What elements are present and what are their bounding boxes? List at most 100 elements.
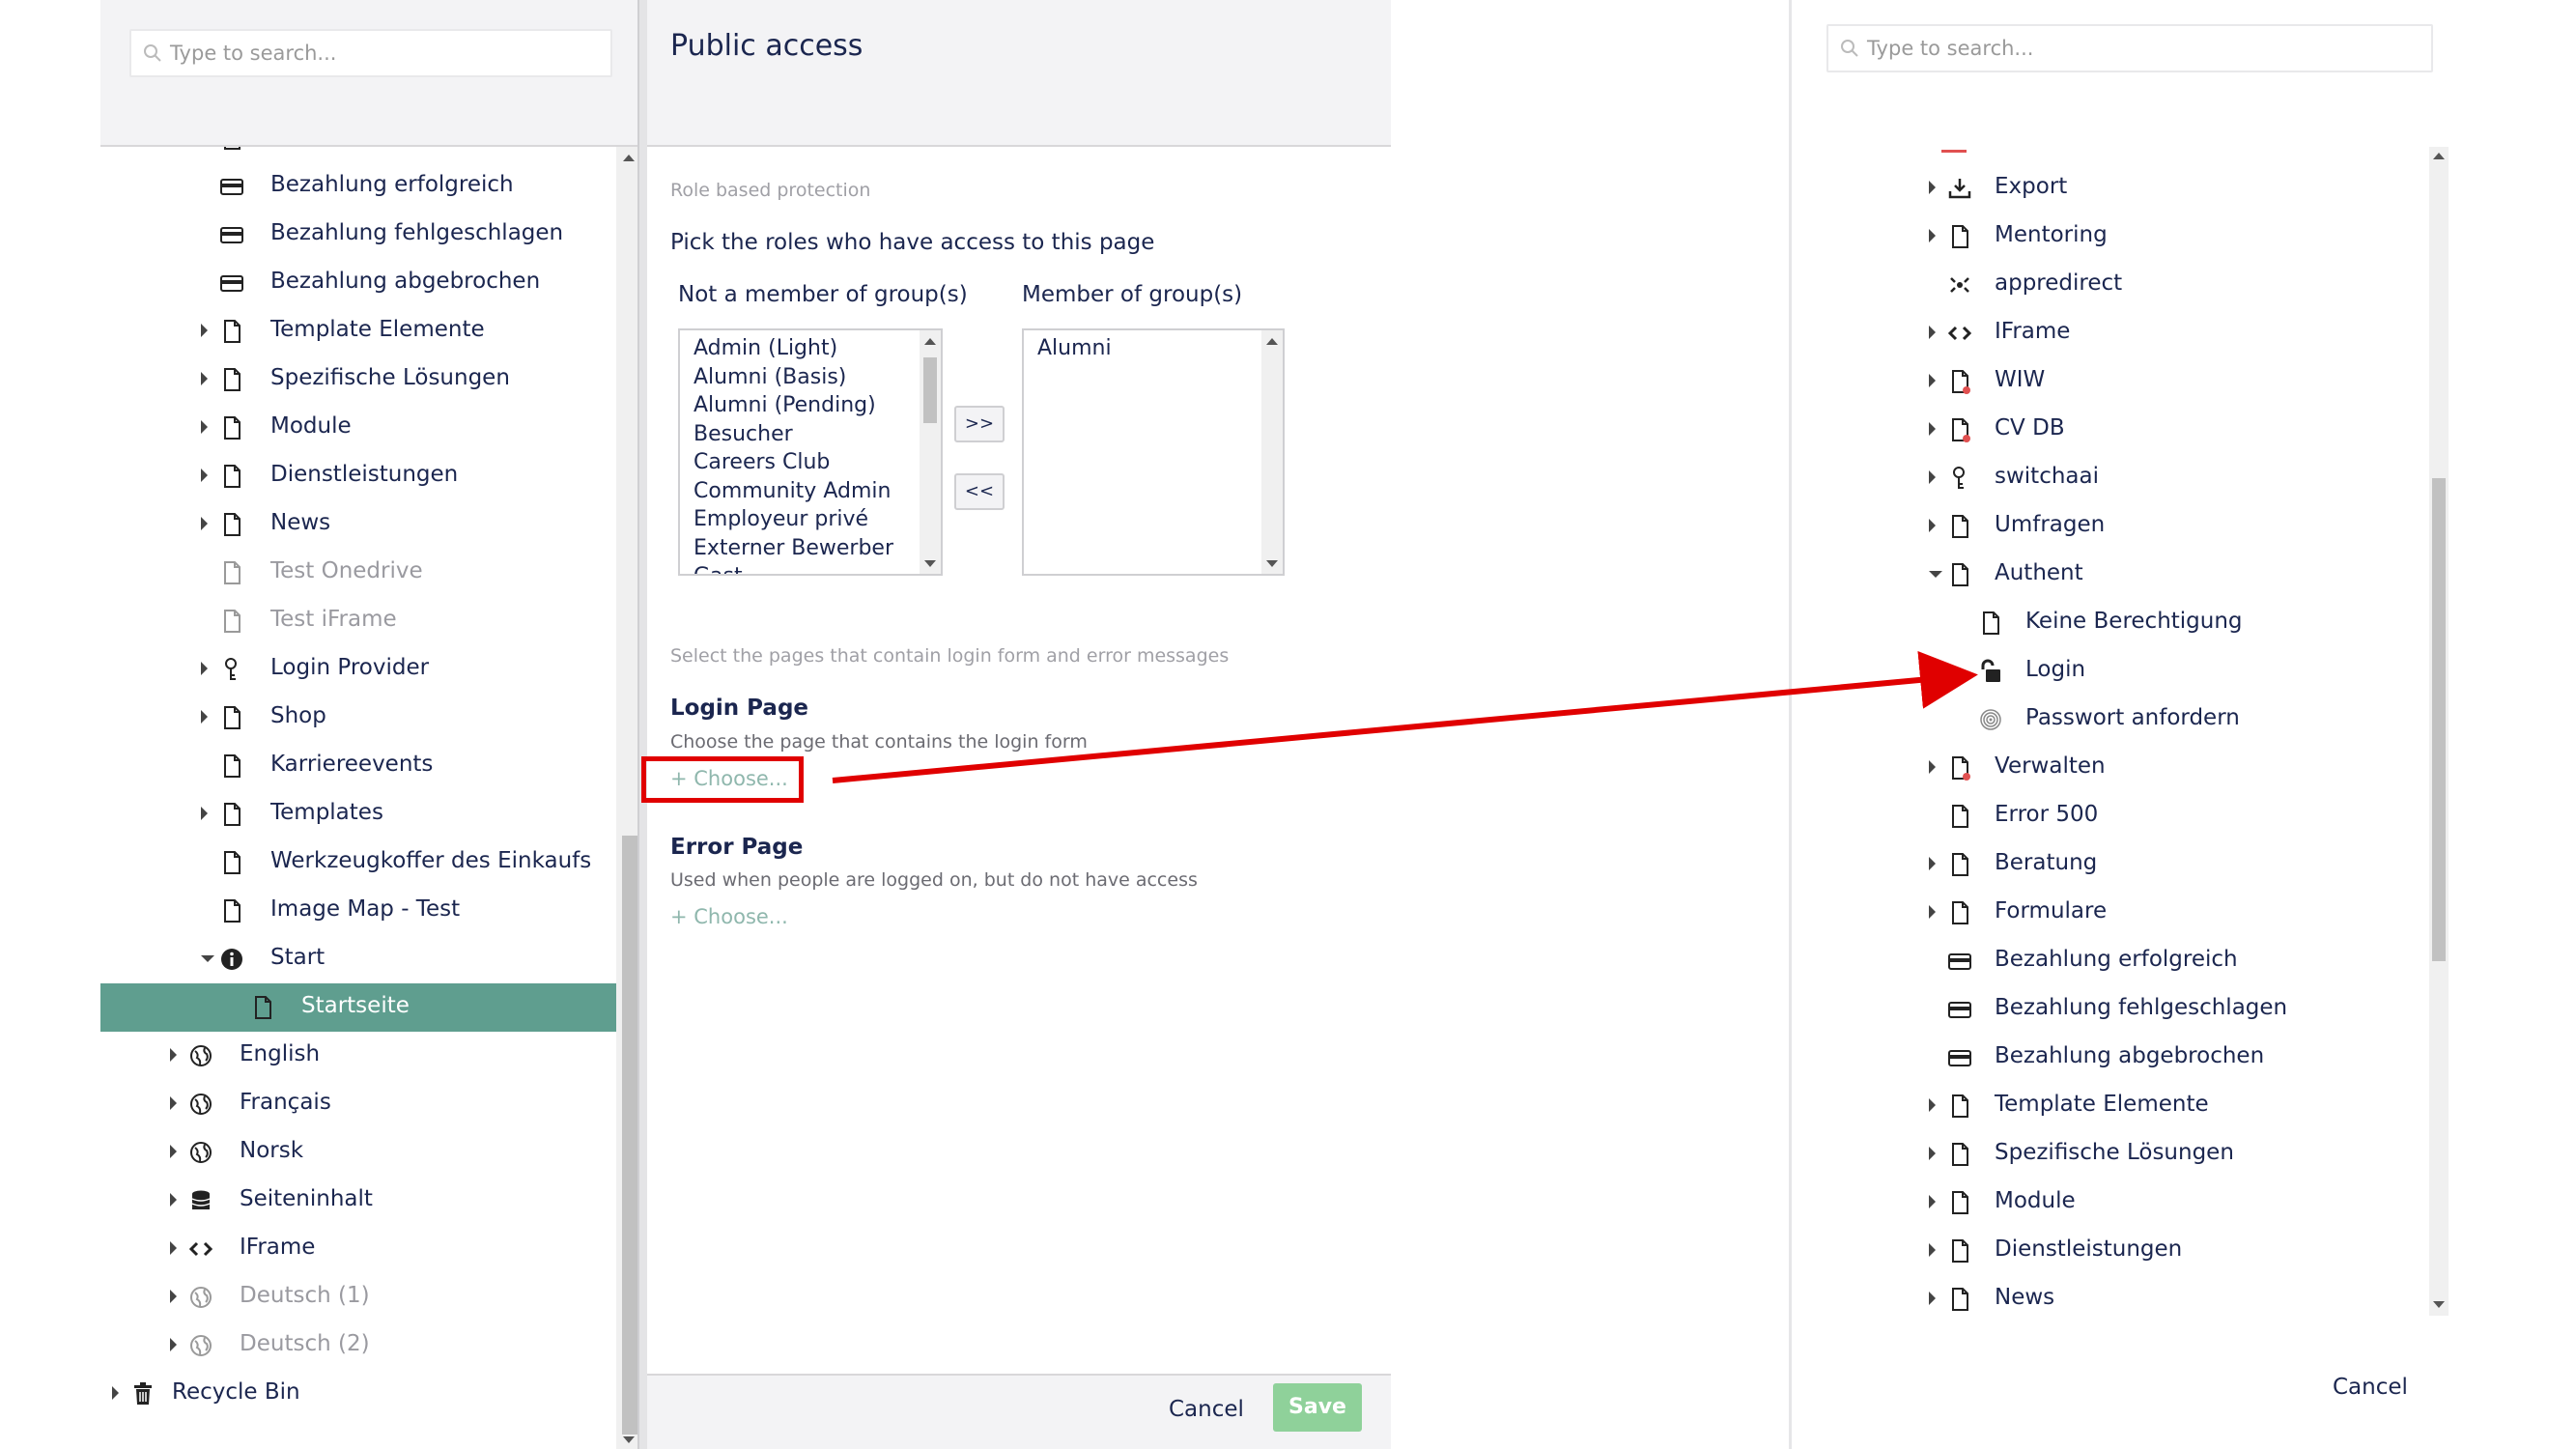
- tree-item-module[interactable]: Module: [1792, 1179, 2410, 1227]
- tree-item-cv-db[interactable]: CV DB: [1792, 406, 2410, 454]
- caret-right-icon[interactable]: [1929, 1243, 1936, 1257]
- tree-item-appredirect[interactable]: appredirect: [1792, 261, 2410, 309]
- caret-right-icon[interactable]: [170, 1096, 177, 1110]
- tree-item-export[interactable]: Export: [1792, 164, 2410, 213]
- tree-item-deutsch-1[interactable]: Deutsch (1): [100, 1273, 617, 1321]
- error-page-choose-link[interactable]: + Choose...: [670, 905, 788, 928]
- caret-right-icon[interactable]: [201, 662, 208, 675]
- caret-right-icon[interactable]: [201, 710, 208, 724]
- scroll-up-arrow-icon[interactable]: [623, 155, 635, 161]
- cancel-button[interactable]: Cancel: [1169, 1397, 1244, 1422]
- tree-item-fran-ais[interactable]: Français: [100, 1080, 617, 1128]
- caret-right-icon[interactable]: [201, 372, 208, 385]
- listbox-option[interactable]: Alumni (Basis): [694, 365, 846, 389]
- tree-item-news[interactable]: News: [100, 500, 617, 549]
- tree-item-image-map-test[interactable]: Image Map - Test: [100, 887, 617, 935]
- caret-right-icon[interactable]: [201, 469, 208, 482]
- tree-item-authent[interactable]: Authent: [1792, 551, 2410, 599]
- picker-scrollbar-thumb[interactable]: [2432, 478, 2446, 961]
- tree-item-recycle-bin[interactable]: Recycle Bin: [100, 1370, 617, 1418]
- tree-item-test-iframe[interactable]: Test iFrame: [100, 597, 617, 645]
- listbox-option[interactable]: Alumni (Pending): [694, 393, 876, 417]
- tree-item-passwort-anfordern[interactable]: Passwort anfordern: [1792, 696, 2410, 744]
- caret-right-icon[interactable]: [1929, 374, 1936, 387]
- tree-item-bezahlung-fehlgeschlagen[interactable]: Bezahlung fehlgeschlagen: [1792, 985, 2410, 1034]
- caret-down-icon[interactable]: [201, 955, 214, 962]
- caret-right-icon[interactable]: [1929, 519, 1936, 532]
- tree-item-bezahlung-erfolgreich[interactable]: Bezahlung erfolgreich: [100, 162, 617, 211]
- tree-item-spezifische-l-sungen[interactable]: Spezifische Lösungen: [100, 355, 617, 404]
- tree-item-umfragen[interactable]: Umfragen: [1792, 502, 2410, 551]
- listbox-option[interactable]: Alumni: [1037, 336, 1112, 360]
- caret-down-icon[interactable]: [1929, 571, 1942, 578]
- caret-right-icon[interactable]: [1929, 422, 1936, 436]
- remove-role-button[interactable]: <<: [954, 473, 1005, 510]
- scroll-up-arrow-icon[interactable]: [1266, 338, 1278, 345]
- listbox-option[interactable]: Gast: [694, 564, 743, 574]
- tree-item-bezahlung-fehlgeschlagen[interactable]: Bezahlung fehlgeschlagen: [100, 211, 617, 259]
- tree-item-start[interactable]: Start: [100, 935, 617, 983]
- tree-scrollbar-thumb[interactable]: [622, 836, 637, 1435]
- caret-right-icon[interactable]: [1929, 1195, 1936, 1208]
- listbox-option[interactable]: Besucher: [694, 422, 793, 446]
- caret-right-icon[interactable]: [170, 1241, 177, 1255]
- tree-item-dienstleistungen[interactable]: Dienstleistungen: [100, 452, 617, 500]
- caret-right-icon[interactable]: [170, 1290, 177, 1303]
- tree-item-beratung[interactable]: Beratung: [1792, 840, 2410, 889]
- save-button[interactable]: Save: [1273, 1383, 1362, 1432]
- caret-right-icon[interactable]: [170, 1048, 177, 1062]
- listbox-scrollbar[interactable]: [1261, 330, 1283, 574]
- tree-item-login-provider[interactable]: Login Provider: [100, 645, 617, 694]
- tree-item-wiw[interactable]: WIW: [1792, 357, 2410, 406]
- caret-right-icon[interactable]: [201, 324, 208, 337]
- panel-divider[interactable]: [637, 0, 647, 1449]
- picker-cancel-button[interactable]: Cancel: [2333, 1375, 2408, 1400]
- tree-item-module[interactable]: Module: [100, 404, 617, 452]
- tree-item-bezahlung-erfolgreich[interactable]: Bezahlung erfolgreich: [1792, 937, 2410, 985]
- not-member-listbox[interactable]: Admin (Light) Alumni (Basis) Alumni (Pendi…: [678, 328, 943, 576]
- add-role-button[interactable]: >>: [954, 406, 1005, 442]
- tree-item-template-elemente[interactable]: Template Elemente: [100, 307, 617, 355]
- tree-search-input[interactable]: Type to search...: [129, 29, 612, 77]
- tree-item-template-elemente[interactable]: Template Elemente: [1792, 1082, 2410, 1130]
- tree-item-deutsch-2[interactable]: Deutsch (2): [100, 1321, 617, 1370]
- tree-item-formulare[interactable]: Formulare: [100, 147, 617, 162]
- tree-item-werkzeugkoffer-des-einkaufs[interactable]: Werkzeugkoffer des Einkaufs: [100, 838, 617, 887]
- listbox-option[interactable]: Careers Club: [694, 450, 830, 474]
- scroll-down-arrow-icon[interactable]: [2433, 1301, 2445, 1308]
- tree-item-news[interactable]: News: [1792, 1275, 2410, 1323]
- caret-right-icon[interactable]: [1929, 760, 1936, 774]
- tree-item-iframe[interactable]: IFrame: [100, 1225, 617, 1273]
- caret-right-icon[interactable]: [201, 807, 208, 820]
- tree-item-startseite[interactable]: Startseite: [100, 983, 617, 1032]
- listbox-option[interactable]: Admin (Light): [694, 336, 837, 360]
- listbox-option[interactable]: Externer Bewerber: [694, 536, 893, 560]
- caret-right-icon[interactable]: [1929, 229, 1936, 242]
- scroll-down-arrow-icon[interactable]: [924, 560, 936, 567]
- caret-right-icon[interactable]: [1929, 1098, 1936, 1112]
- caret-right-icon[interactable]: [170, 1193, 177, 1207]
- tree-item-formulare[interactable]: Formulare: [1792, 889, 2410, 937]
- tree-item-dienstleistungen[interactable]: Dienstleistungen: [1792, 1227, 2410, 1275]
- caret-right-icon[interactable]: [170, 1338, 177, 1351]
- caret-right-icon[interactable]: [1929, 326, 1936, 339]
- tree-item-norsk[interactable]: Norsk: [100, 1128, 617, 1177]
- tree-item-test-onedrive[interactable]: Test Onedrive: [100, 549, 617, 597]
- scroll-down-arrow-icon[interactable]: [623, 1436, 635, 1443]
- scroll-up-arrow-icon[interactable]: [924, 338, 936, 345]
- listbox-option[interactable]: Community Admin: [694, 479, 891, 503]
- tree-item-verwalten[interactable]: Verwalten: [1792, 744, 2410, 792]
- tree-item-templates[interactable]: Templates: [100, 790, 617, 838]
- listbox-scrollbar-thumb[interactable]: [923, 357, 937, 423]
- listbox-scrollbar[interactable]: [920, 330, 941, 574]
- tree-item-iframe[interactable]: IFrame: [1792, 309, 2410, 357]
- caret-right-icon[interactable]: [170, 1145, 177, 1158]
- tree-item-keine-berechtigung[interactable]: Keine Berechtigung: [1792, 599, 2410, 647]
- tree-item-spezifische-l-sungen[interactable]: Spezifische Lösungen: [1792, 1130, 2410, 1179]
- tree-item-bezahlung-abgebrochen[interactable]: Bezahlung abgebrochen: [1792, 1034, 2410, 1082]
- tree-item-mentoring[interactable]: Mentoring: [1792, 213, 2410, 261]
- caret-right-icon[interactable]: [1929, 905, 1936, 919]
- caret-right-icon[interactable]: [1929, 1292, 1936, 1305]
- tree-item-bezahlung-abgebrochen[interactable]: Bezahlung abgebrochen: [100, 259, 617, 307]
- tree-item-seiteninhalt[interactable]: Seiteninhalt: [100, 1177, 617, 1225]
